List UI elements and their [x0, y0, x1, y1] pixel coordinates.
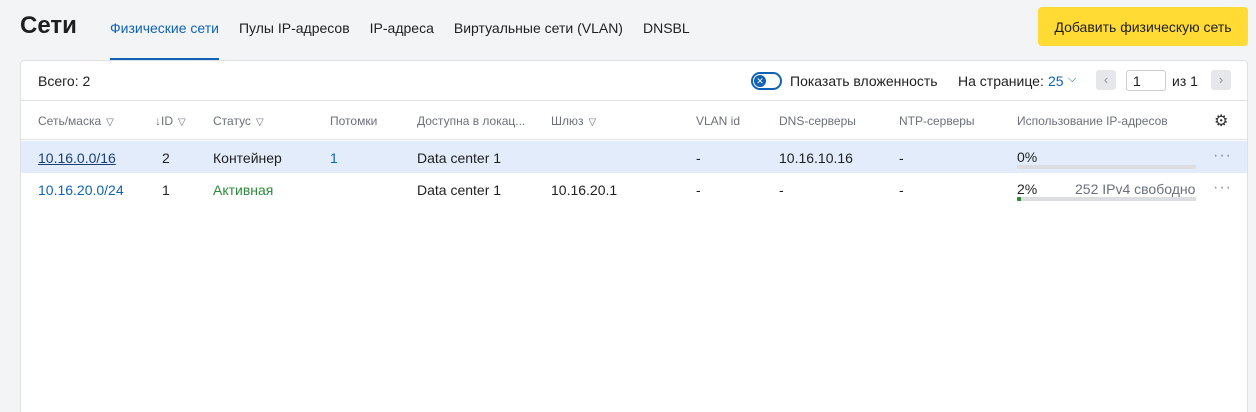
tab-vlan[interactable]: Виртуальные сети (VLAN) [454, 0, 623, 60]
column-dns[interactable]: DNS-серверы [779, 114, 856, 128]
network-link[interactable]: 10.16.0.0/16 [38, 150, 116, 166]
column-id[interactable]: ↓ID ▽ [155, 114, 186, 128]
table-row[interactable]: 10.16.20.0/24 1 Активная Data center 1 1… [21, 173, 1247, 205]
row-location: Data center 1 [417, 182, 502, 198]
nesting-toggle[interactable]: ✕ [751, 72, 782, 90]
row-id: 1 [162, 182, 170, 198]
column-network[interactable]: Сеть/маска ▽ [38, 114, 114, 128]
column-vlan[interactable]: VLAN id [696, 114, 740, 128]
per-page-label: На странице: [958, 73, 1044, 89]
column-gateway[interactable]: Шлюз ▽ [551, 114, 596, 128]
filter-icon[interactable]: ▽ [106, 117, 114, 128]
row-vlan: - [696, 182, 701, 198]
networks-table-panel: Всего: 2 ✕ Показать вложенность На стран… [20, 60, 1248, 412]
row-status: Контейнер [213, 150, 282, 166]
column-children[interactable]: Потомки [330, 114, 377, 128]
row-vlan: - [696, 150, 701, 166]
table-toolbar: Всего: 2 ✕ Показать вложенность На стран… [21, 61, 1247, 101]
column-id-label: ID [161, 114, 173, 128]
row-id: 2 [162, 150, 170, 166]
usage-progress-fill [1017, 197, 1021, 201]
filter-icon[interactable]: ▽ [256, 117, 264, 128]
page-number-input[interactable] [1126, 70, 1166, 91]
column-ntp[interactable]: NTP-серверы [899, 114, 975, 128]
settings-gear-icon[interactable]: ⚙ [1214, 111, 1228, 131]
column-usage[interactable]: Использование IP-адресов [1017, 114, 1168, 128]
row-usage-free: 252 IPv4 свободно [1075, 181, 1196, 197]
row-usage-percent: 0% [1017, 149, 1038, 165]
page-total: из 1 [1172, 73, 1198, 89]
column-status[interactable]: Статус ▽ [213, 114, 264, 128]
table-header: Сеть/маска ▽ ↓ID ▽ Статус ▽ Потомки Доступн… [21, 101, 1247, 140]
tab-dnsbl[interactable]: DNSBL [643, 0, 690, 60]
add-physical-network-button[interactable]: Добавить физическую сеть [1038, 7, 1248, 46]
chevron-down-icon[interactable]: ⌵ [1068, 73, 1076, 86]
row-children-link[interactable]: 1 [330, 150, 338, 166]
filter-icon[interactable]: ▽ [589, 117, 597, 128]
row-dns: 10.16.10.16 [779, 150, 853, 166]
row-ntp: - [899, 182, 904, 198]
usage-progress-bar [1017, 197, 1196, 201]
more-dots-icon[interactable]: ··· [1213, 179, 1232, 197]
column-network-label: Сеть/маска [38, 114, 102, 128]
more-dots-icon[interactable]: ··· [1213, 147, 1232, 165]
tab-ip-addresses[interactable]: IP-адреса [370, 0, 434, 60]
tab-physical-networks[interactable]: Физические сети [110, 0, 219, 60]
row-dns: - [779, 182, 784, 198]
row-ntp: - [899, 150, 904, 166]
nesting-toggle-label: Показать вложенность [790, 73, 938, 89]
total-count: Всего: 2 [38, 73, 91, 89]
filter-icon[interactable]: ▽ [178, 117, 186, 128]
row-usage-percent: 2% [1017, 181, 1038, 197]
tabs: Физические сети Пулы IP-адресов IP-адрес… [110, 0, 710, 60]
row-gateway: 10.16.20.1 [551, 182, 618, 198]
usage-progress-bar [1017, 165, 1196, 169]
page-title: Сети [20, 12, 77, 39]
chevron-left-icon[interactable]: ‹ [1096, 70, 1116, 90]
column-status-label: Статус [213, 114, 251, 128]
row-location: Data center 1 [417, 150, 502, 166]
column-location[interactable]: Доступна в локац... [417, 114, 525, 128]
network-link[interactable]: 10.16.20.0/24 [38, 182, 124, 198]
column-gateway-label: Шлюз [551, 114, 584, 128]
per-page-select[interactable]: 25 [1048, 73, 1064, 89]
toggle-close-icon: ✕ [754, 75, 766, 87]
chevron-right-icon[interactable]: › [1211, 70, 1231, 90]
tab-ip-pools[interactable]: Пулы IP-адресов [239, 0, 350, 60]
table-row[interactable]: 10.16.0.0/16 2 Контейнер 1 Data center 1… [21, 141, 1247, 173]
row-status: Активная [213, 182, 274, 198]
